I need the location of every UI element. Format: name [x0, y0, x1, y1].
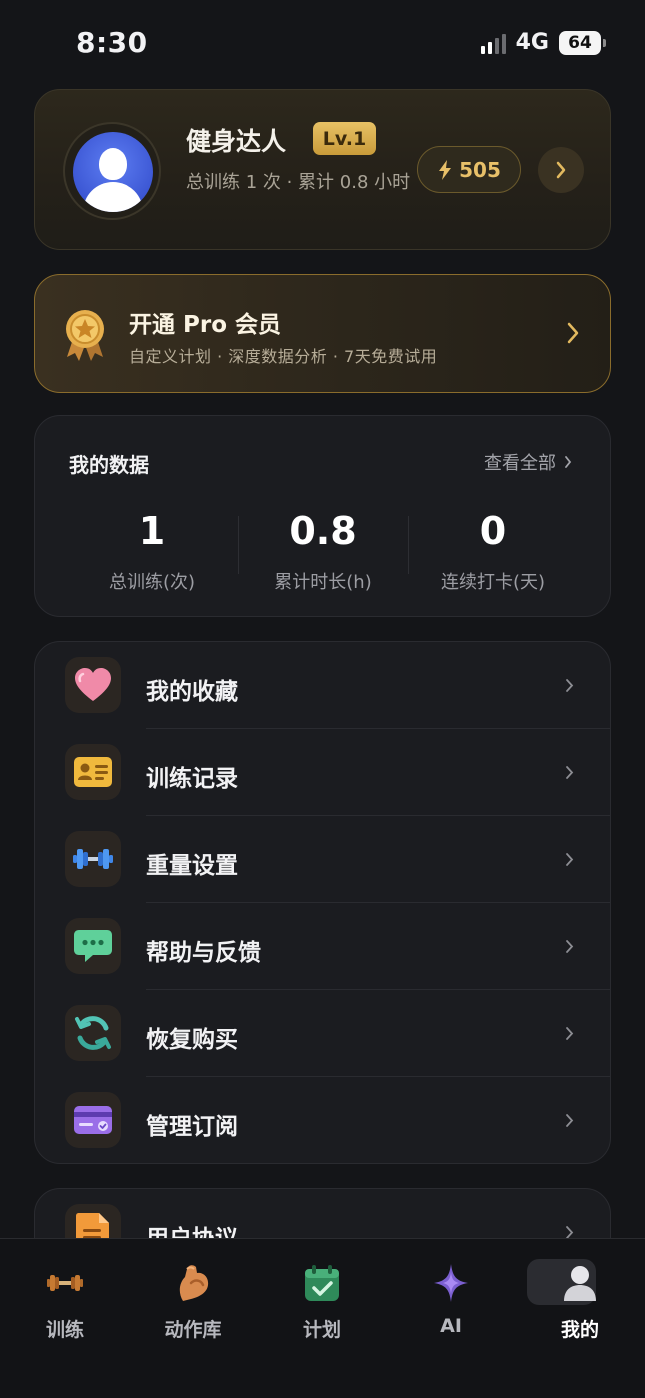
user-avatar-icon: [73, 132, 153, 212]
chevron-right-icon: [566, 1114, 574, 1127]
menu-label: 帮助与反馈: [146, 940, 261, 966]
credit-card-icon: [65, 1092, 121, 1148]
menu-item-manage-subscription[interactable]: 管理订阅: [35, 1077, 610, 1163]
avatar[interactable]: [63, 122, 161, 220]
profile-name: 健身达人: [186, 127, 287, 156]
tab-mine[interactable]: 我的: [527, 1257, 620, 1347]
profile-stats: 总训练 1 次 · 累计 0.8 小时: [186, 172, 411, 193]
tab-label: 我的: [560, 1319, 599, 1341]
chevron-right-icon: [566, 853, 574, 866]
menu-item-favorites[interactable]: 我的收藏: [35, 642, 610, 729]
stat-label: 累计时长(h): [274, 572, 372, 593]
stat-value: 1: [138, 509, 166, 553]
status-indicators: 4G 64: [480, 30, 606, 55]
battery-level: 64: [568, 32, 592, 53]
energy-points-button[interactable]: 505: [417, 146, 521, 193]
sparkle-icon: [431, 1263, 471, 1303]
view-all-label: 查看全部: [484, 453, 556, 474]
tab-label: 动作库: [164, 1319, 222, 1341]
biceps-icon: [173, 1263, 213, 1303]
user-icon: [560, 1263, 600, 1303]
pro-membership-banner[interactable]: 开通 Pro 会员 自定义计划 · 深度数据分析 · 7天免费试用: [34, 274, 611, 393]
status-bar: 8:30 4G 64: [0, 0, 645, 88]
tab-plan[interactable]: 计划: [282, 1257, 362, 1347]
menu-label: 重量设置: [146, 853, 238, 879]
menu-label: 我的收藏: [146, 679, 238, 705]
battery-icon: 64: [559, 30, 606, 55]
menu-label: 恢复购买: [146, 1027, 238, 1053]
level-badge: Lv.1: [313, 122, 376, 155]
stat-value: 0: [479, 509, 507, 553]
stat-total-hours: 0.8 累计时长(h): [238, 506, 408, 594]
menu-list: 我的收藏 训练记录 重量设置 帮助与反馈 恢复购买 管理订阅: [34, 641, 611, 1164]
chevron-right-icon: [556, 161, 566, 179]
menu-item-weight-settings[interactable]: 重量设置: [35, 816, 610, 903]
stat-value: 0.8: [289, 509, 357, 553]
chevron-right-icon: [567, 322, 579, 344]
chevron-right-icon: [565, 456, 572, 468]
menu-item-training-records[interactable]: 训练记录: [35, 729, 610, 816]
tab-training[interactable]: 训练: [25, 1257, 105, 1347]
my-data-card: 我的数据 查看全部 1 总训练(次) 0.8 累计时长(h) 0 连续打卡(天): [34, 415, 611, 617]
profile-card[interactable]: 健身达人 Lv.1 总训练 1 次 · 累计 0.8 小时 505: [34, 89, 611, 250]
lightning-icon: [439, 159, 452, 180]
menu-item-restore-purchase[interactable]: 恢复购买: [35, 990, 610, 1077]
status-time: 8:30: [76, 26, 148, 59]
stat-streak-days: 0 连续打卡(天): [408, 506, 578, 594]
stat-label: 总训练(次): [108, 572, 196, 593]
id-card-icon: [65, 744, 121, 800]
dumbbell-icon: [65, 831, 121, 887]
view-all-link[interactable]: 查看全部: [484, 449, 572, 475]
dumbbell-icon: [45, 1263, 85, 1303]
menu-label: 管理订阅: [146, 1114, 238, 1140]
chevron-right-icon: [566, 1027, 574, 1040]
signal-icon: [480, 32, 506, 54]
profile-detail-button[interactable]: [538, 147, 584, 193]
pro-title: 开通 Pro 会员: [129, 312, 282, 338]
calendar-check-icon: [302, 1263, 342, 1303]
tab-exercise-library[interactable]: 动作库: [153, 1257, 233, 1347]
chevron-right-icon: [566, 679, 574, 692]
tab-bar: 训练 动作库 计划 AI 我的: [0, 1238, 645, 1398]
tab-label: 计划: [302, 1319, 341, 1341]
tab-ai[interactable]: AI: [411, 1257, 491, 1347]
refresh-icon: [65, 1005, 121, 1061]
pro-subtitle: 自定义计划 · 深度数据分析 · 7天免费试用: [129, 347, 438, 366]
menu-label: 训练记录: [146, 766, 238, 792]
tab-label: 训练: [45, 1319, 84, 1341]
heart-icon: [65, 657, 121, 713]
stat-total-workouts: 1 总训练(次): [67, 506, 237, 594]
menu-item-help-feedback[interactable]: 帮助与反馈: [35, 903, 610, 990]
network-type: 4G: [515, 30, 549, 55]
chevron-right-icon: [566, 940, 574, 953]
tab-label: AI: [440, 1315, 462, 1337]
stat-label: 连续打卡(天): [440, 572, 546, 593]
chat-bubble-icon: [65, 918, 121, 974]
section-title: 我的数据: [69, 453, 149, 477]
chevron-right-icon: [566, 766, 574, 779]
medal-icon: [66, 310, 104, 361]
energy-points: 505: [459, 157, 501, 182]
